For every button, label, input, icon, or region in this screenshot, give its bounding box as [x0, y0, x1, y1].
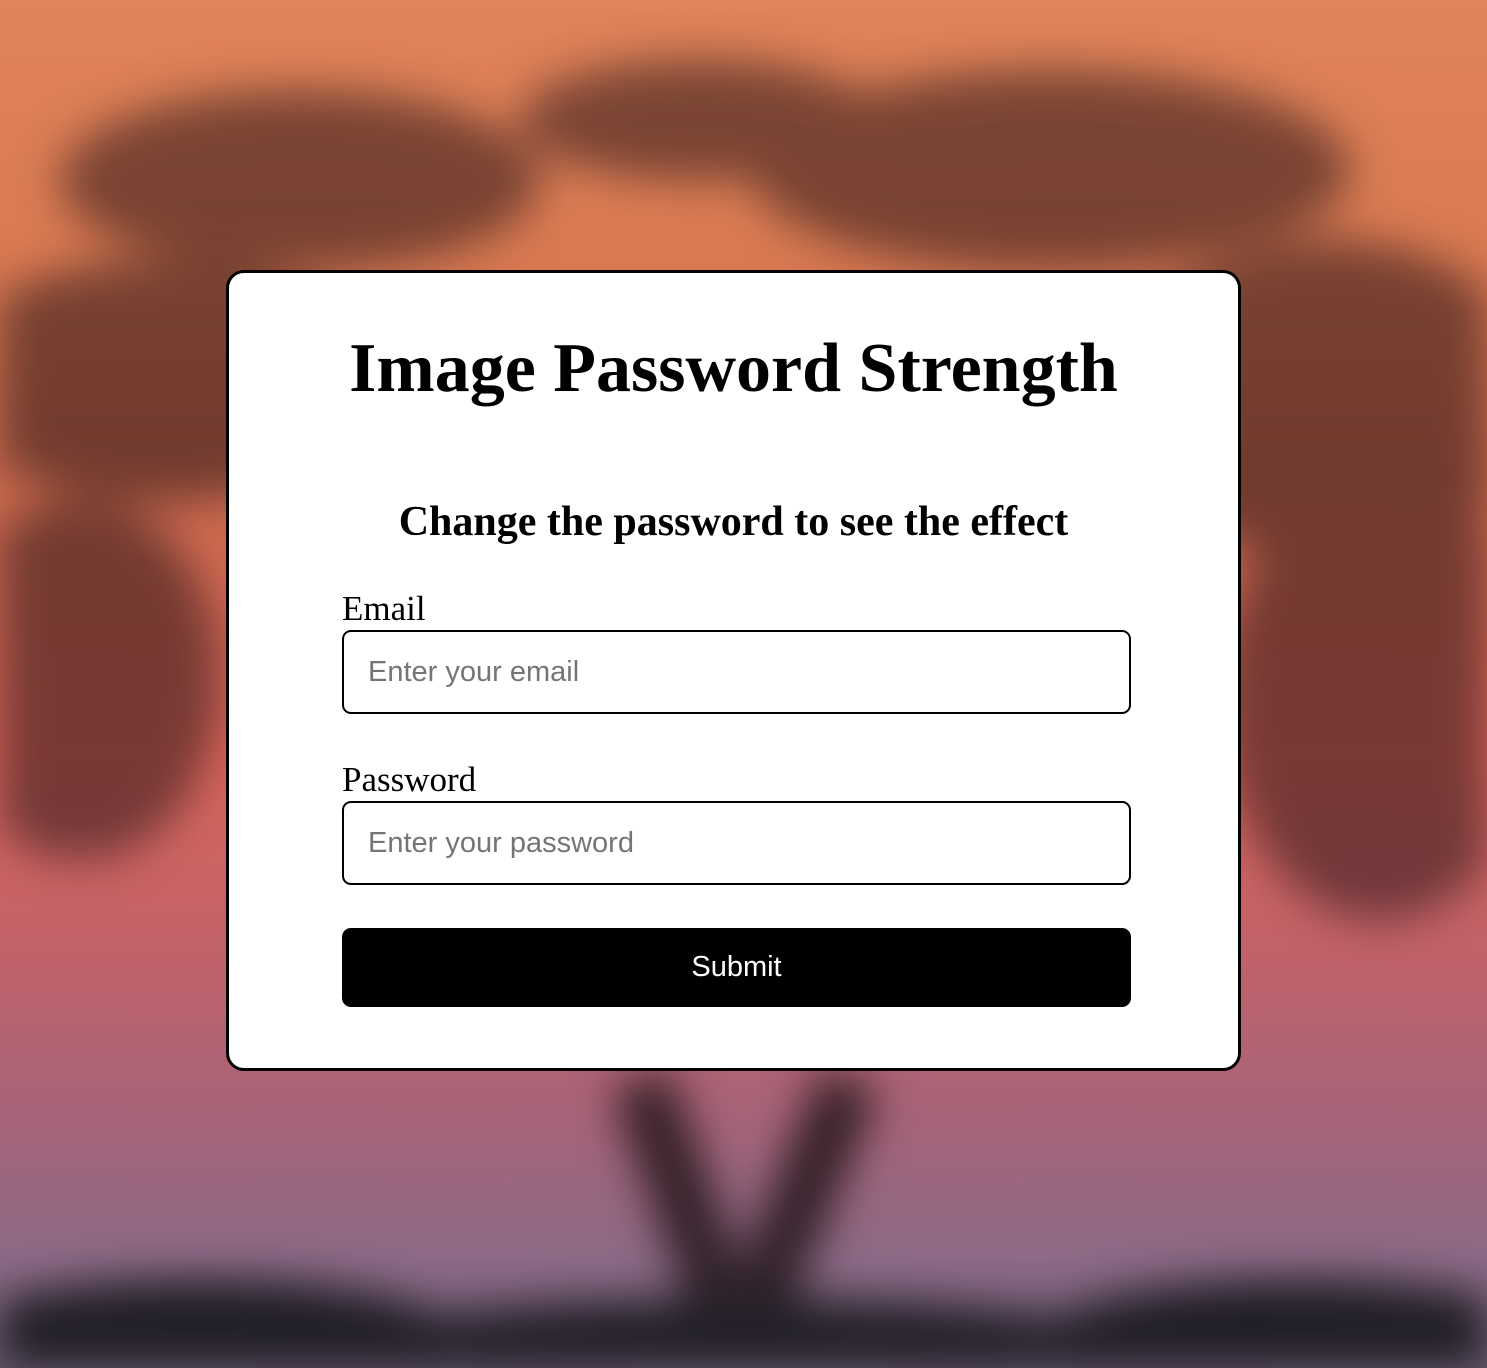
email-label: Email: [342, 589, 426, 628]
password-label: Password: [342, 760, 477, 799]
password-input[interactable]: [342, 801, 1131, 885]
email-input[interactable]: [342, 630, 1131, 714]
page-title: Image Password Strength: [349, 330, 1118, 407]
page-subtitle: Change the password to see the effect: [398, 499, 1069, 545]
submit-button[interactable]: Submit: [342, 928, 1131, 1007]
password-form-card: Image Password Strength Change the passw…: [226, 270, 1241, 1071]
